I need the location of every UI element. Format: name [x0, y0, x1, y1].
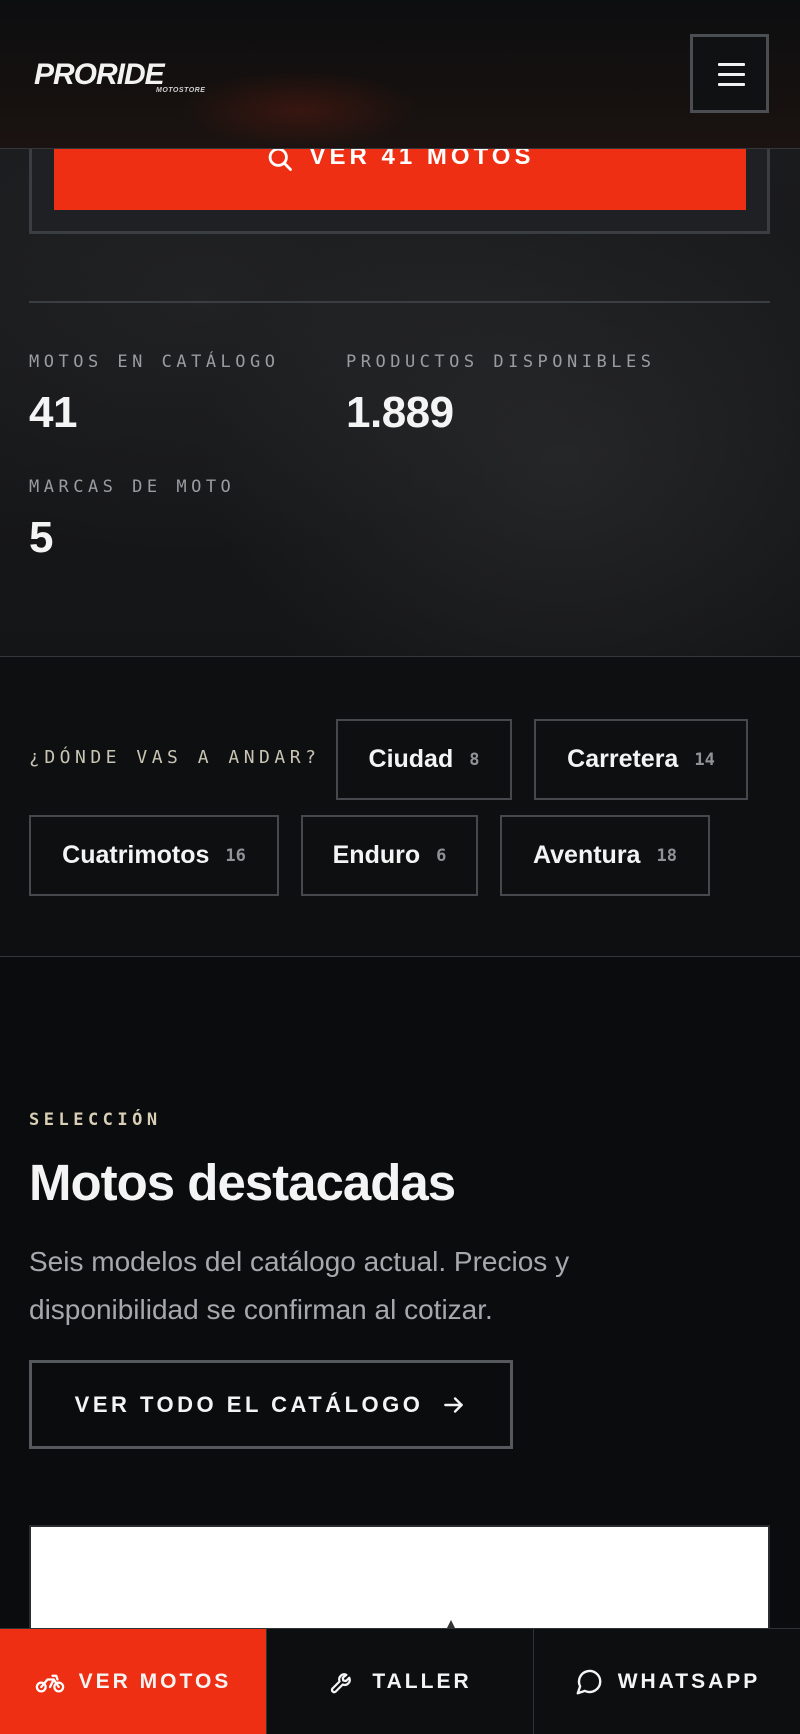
svg-text:PRORIDE: PRORIDE [34, 58, 166, 91]
view-catalog-button[interactable]: VER TODO EL CATÁLOGO [29, 1360, 513, 1449]
chip-name: Aventura [533, 841, 641, 869]
chip-count: 6 [436, 845, 447, 866]
chat-bubble-icon [576, 1669, 602, 1695]
bottom-whatsapp-button[interactable]: WHATSAPP [533, 1629, 800, 1734]
terrain-section: ¿DÓNDE VAS A ANDAR? Ciudad 8 Carretera 1… [0, 657, 800, 957]
bottom-action-bar: VER MOTOS TALLER WHATSAPP [0, 1628, 800, 1734]
stat-value-marcas: 5 [29, 513, 53, 562]
stat-label-motos: MOTOS EN CATÁLOGO [29, 352, 280, 372]
chip-enduro[interactable]: Enduro 6 [301, 815, 478, 896]
chip-count: 8 [469, 749, 480, 770]
stat-label-marcas: MARCAS DE MOTO [29, 477, 236, 497]
site-header: PRORIDE MOTOSTORE [0, 0, 800, 150]
chip-ciudad[interactable]: Ciudad 8 [336, 719, 512, 800]
bottom-whatsapp-label: WHATSAPP [617, 1670, 761, 1693]
stat-value-productos: 1.889 [346, 388, 454, 437]
view-catalog-button-label: VER TODO EL CATÁLOGO [74, 1391, 424, 1417]
section-title: Motos destacadas [29, 1154, 456, 1211]
chip-aventura[interactable]: Aventura 18 [500, 815, 710, 896]
bottom-taller-label: TALLER [372, 1670, 472, 1693]
view-motos-button[interactable]: VER 41 MOTOS [54, 140, 746, 210]
hamburger-menu-icon [718, 63, 745, 86]
bottom-view-motos-button[interactable]: VER MOTOS [0, 1629, 266, 1734]
section-description: Seis modelos del catálogo actual. Precio… [29, 1246, 570, 1325]
section-eyebrow: SELECCIÓN [29, 1110, 162, 1130]
chip-count: 16 [225, 845, 246, 866]
svg-text:MOTOSTORE: MOTOSTORE [156, 87, 205, 94]
chip-name: Carretera [567, 745, 679, 773]
arrow-right-icon [444, 1396, 464, 1413]
bottom-taller-button[interactable]: TALLER [266, 1629, 533, 1734]
motorcycle-icon [35, 1674, 64, 1693]
wrench-icon [331, 1673, 352, 1694]
chip-count: 18 [656, 845, 677, 866]
chip-name: Enduro [332, 841, 421, 869]
chip-cuatrimotos[interactable]: Cuatrimotos 16 [29, 815, 279, 896]
terrain-label: ¿DÓNDE VAS A ANDAR? [29, 747, 321, 768]
stat-value-motos: 41 [29, 388, 77, 437]
stat-label-productos: PRODUCTOS DISPONIBLES [346, 352, 656, 372]
chip-name: Cuatrimotos [62, 841, 210, 869]
featured-section: SELECCIÓN Motos destacadas Seis modelos … [0, 958, 800, 1734]
proride-logo[interactable]: PRORIDE MOTOSTORE [34, 54, 244, 96]
chip-carretera[interactable]: Carretera 14 [534, 719, 748, 800]
chip-count: 14 [694, 749, 715, 770]
divider [29, 301, 770, 303]
chip-name: Ciudad [368, 745, 454, 773]
menu-button[interactable] [690, 34, 769, 113]
bottom-view-motos-label: VER MOTOS [78, 1670, 232, 1693]
